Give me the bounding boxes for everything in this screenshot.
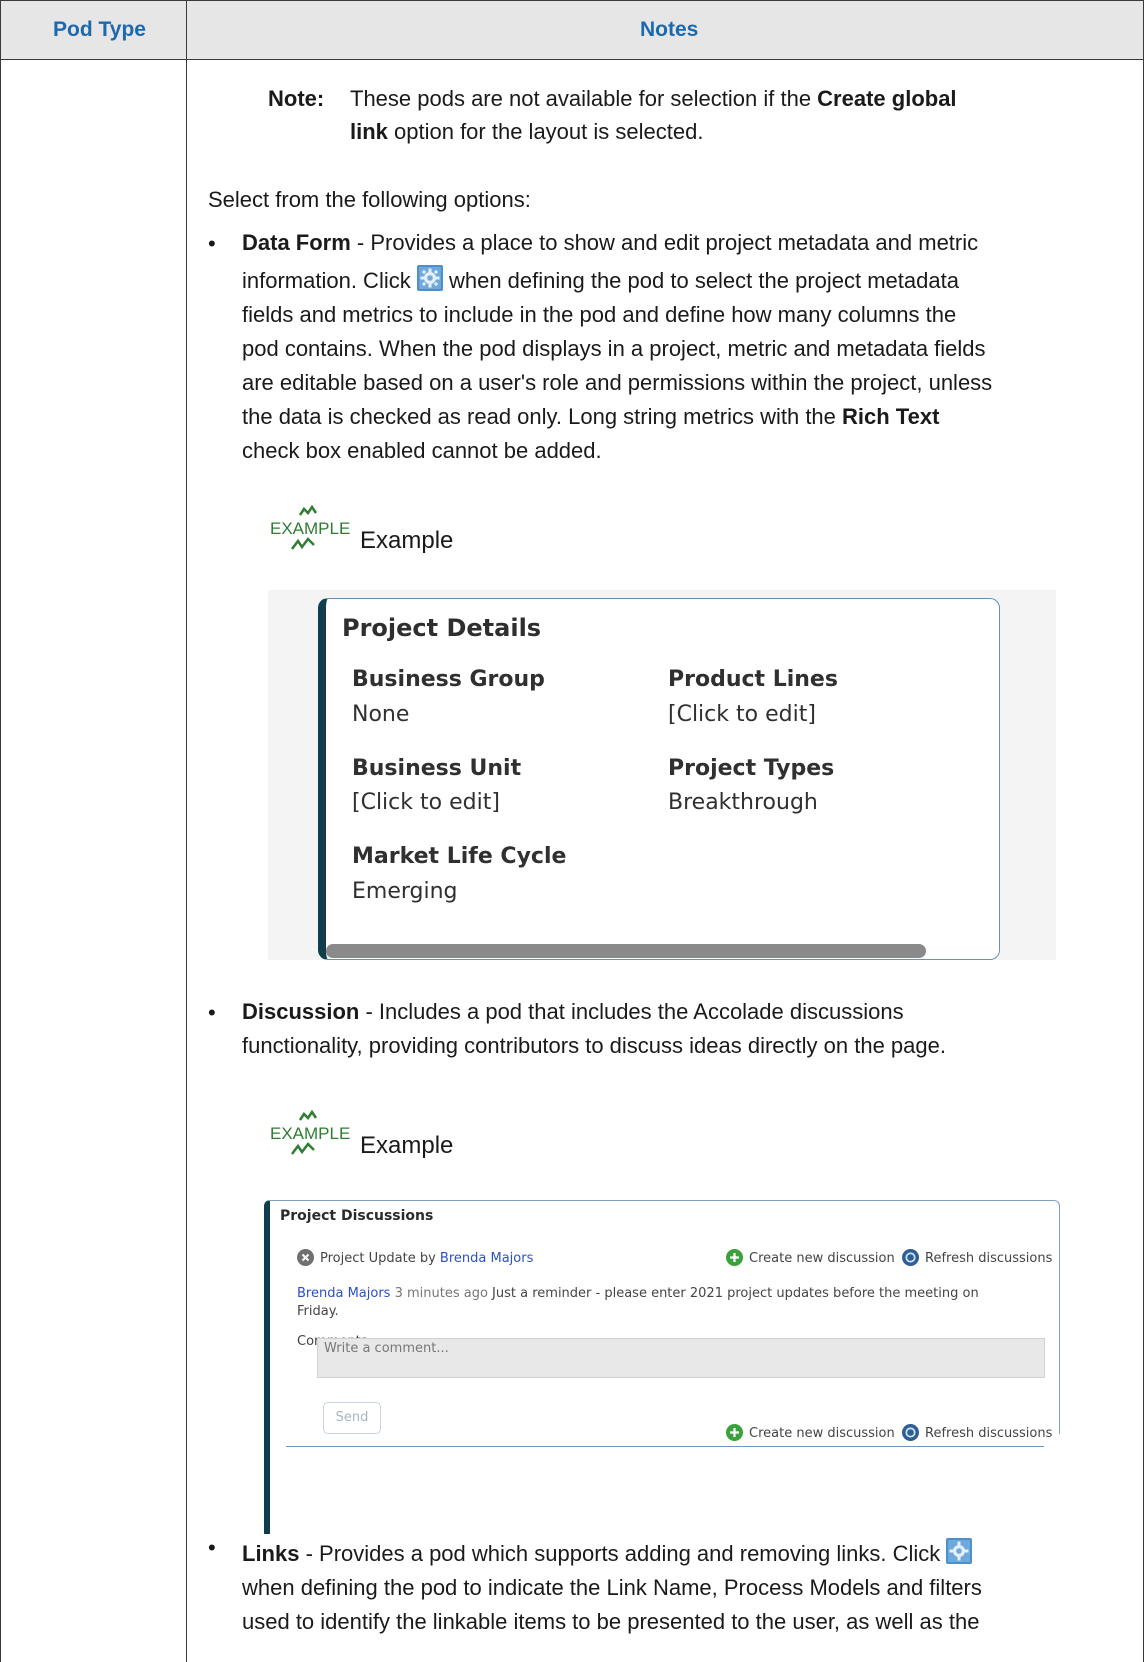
example-label: Example [360, 527, 454, 554]
pod-accent-bar [264, 1434, 270, 1534]
table-border-right [1143, 0, 1144, 1662]
topic-prefix: Project Update by [320, 1251, 440, 1266]
discussion-line-1: Discussion - Includes a pod that include… [242, 995, 1122, 1029]
field-label-product-lines: Product Lines [668, 667, 838, 692]
discussion-line-2: functionality, providing contributors to… [242, 1033, 946, 1058]
bullet-dot: • [208, 231, 216, 256]
field-label-business-group: Business Group [352, 667, 545, 692]
create-discussion-button[interactable]: Create new discussion [726, 1249, 895, 1266]
data-form-text: the data is checked as read only. Long s… [242, 404, 843, 429]
discussion-text: - Includes a pod that includes the Accol… [359, 999, 904, 1024]
header-notes: Notes [640, 18, 699, 41]
data-form-text: when defining the pod to select the proj… [442, 268, 959, 293]
field-label-project-types: Project Types [668, 756, 835, 781]
data-form-line-4: pod contains. When the pod displays in a… [242, 336, 986, 361]
discussion-topic[interactable]: Project Update by Brenda Majors [297, 1249, 533, 1266]
refresh-icon [902, 1424, 919, 1441]
data-form-line-7: check box enabled cannot be added. [242, 438, 602, 463]
project-discussions-title: Project Discussions [280, 1208, 434, 1224]
pod-divider [286, 1446, 1044, 1447]
data-form-bold-rich-text: Rich Text [842, 404, 940, 429]
field-label-market-life-cycle: Market Life Cycle [352, 844, 567, 869]
create-discussion-label: Create new discussion [749, 1426, 895, 1441]
create-discussion-button-bottom[interactable]: Create new discussion [726, 1424, 895, 1441]
intro-text: Select from the following options: [208, 187, 531, 212]
topic-author-link[interactable]: Brenda Majors [440, 1251, 533, 1266]
note-bold-create-global: Create global [817, 86, 957, 111]
project-details-title: Project Details [342, 614, 542, 642]
post-text: Just a reminder - please enter 2021 proj… [492, 1286, 979, 1301]
discussion-paragraph: Discussion - Includes a pod that include… [242, 995, 1122, 1063]
bullet-dot: • [208, 1535, 216, 1560]
note-label: Note: [268, 86, 325, 111]
post-timestamp: 3 minutes ago [390, 1286, 493, 1301]
pod-type-table: Pod Type Notes Note: These pods are not … [0, 0, 1145, 1662]
example-icon: EXAMPLE [270, 1110, 350, 1155]
links-line-3: used to identify the linkable items to b… [242, 1609, 980, 1634]
discussion-term: Discussion [242, 999, 360, 1024]
field-label-business-unit: Business Unit [352, 756, 522, 781]
comment-placeholder: Write a comment... [324, 1341, 449, 1356]
discussion-post: Brenda Majors 3 minutes ago Just a remin… [297, 1286, 979, 1301]
field-value-market-life-cycle[interactable]: Emerging [352, 879, 458, 904]
refresh-discussions-label: Refresh discussions [925, 1251, 1053, 1266]
links-line-1: Links - Provides a pod which supports ad… [242, 1537, 1122, 1571]
send-button[interactable]: Send [323, 1402, 381, 1434]
post-author-link[interactable]: Brenda Majors [297, 1286, 390, 1301]
data-form-line-5: are editable based on a user's role and … [242, 370, 993, 395]
create-discussion-label: Create new discussion [749, 1251, 895, 1266]
example-icon: EXAMPLE [270, 505, 350, 550]
data-form-line-6: the data is checked as read only. Long s… [242, 400, 1122, 434]
field-value-product-lines[interactable]: [Click to edit] [668, 702, 816, 727]
example-icon-label: EXAMPLE [270, 1124, 350, 1143]
data-form-line-1: Data Form - Provides a place to show and… [242, 226, 1122, 260]
post-text-line-2: Friday. [297, 1304, 339, 1319]
refresh-icon [902, 1249, 919, 1266]
data-form-paragraph: Data Form - Provides a place to show and… [242, 226, 1122, 468]
comment-input[interactable]: Write a comment... [317, 1338, 1045, 1378]
field-value-business-group[interactable]: None [352, 702, 409, 727]
add-icon [726, 1249, 743, 1266]
settings-gear-icon[interactable] [416, 265, 443, 291]
field-value-business-unit[interactable]: [Click to edit] [352, 790, 500, 815]
note-line-2: link option for the layout is selected. [350, 115, 1050, 148]
links-paragraph: Links - Provides a pod which supports ad… [242, 1537, 1122, 1639]
field-value-project-types[interactable]: Breakthrough [668, 790, 818, 815]
example-icon-label: EXAMPLE [270, 519, 350, 538]
note-text-2: option for the layout is selected. [387, 119, 704, 144]
settings-gear-icon[interactable] [946, 1538, 973, 1564]
example-label: Example [360, 1132, 454, 1159]
table-border-left [0, 0, 1, 1662]
table-header-row [0, 0, 1144, 60]
data-form-term: Data Form [242, 230, 351, 255]
add-icon [726, 1424, 743, 1441]
refresh-discussions-button-bottom[interactable]: Refresh discussions [902, 1424, 1052, 1441]
note-line-1: These pods are not available for selecti… [350, 82, 1050, 115]
refresh-discussions-button[interactable]: Refresh discussions [902, 1249, 1052, 1266]
project-discussions-pod [264, 1200, 1060, 1434]
header-pod-type: Pod Type [53, 18, 146, 41]
links-term: Links [242, 1541, 300, 1566]
data-form-text: information. Click [242, 268, 411, 293]
bullet-dot: • [208, 1000, 216, 1025]
links-text: - Provides a pod which supports adding a… [299, 1541, 941, 1566]
data-form-line-2: information. Click when defining the pod… [242, 264, 1122, 298]
note-text: These pods are not available for selecti… [350, 86, 818, 111]
close-icon[interactable] [297, 1249, 314, 1266]
refresh-discussions-label: Refresh discussions [925, 1426, 1053, 1441]
links-line-2: when defining the pod to indicate the Li… [242, 1575, 982, 1600]
horizontal-scrollbar[interactable] [326, 944, 926, 958]
data-form-text: - Provides a place to show and edit proj… [350, 230, 979, 255]
table-column-divider [186, 0, 187, 1662]
note-bold-link: link [350, 119, 388, 144]
data-form-line-3: fields and metrics to include in the pod… [242, 302, 957, 327]
